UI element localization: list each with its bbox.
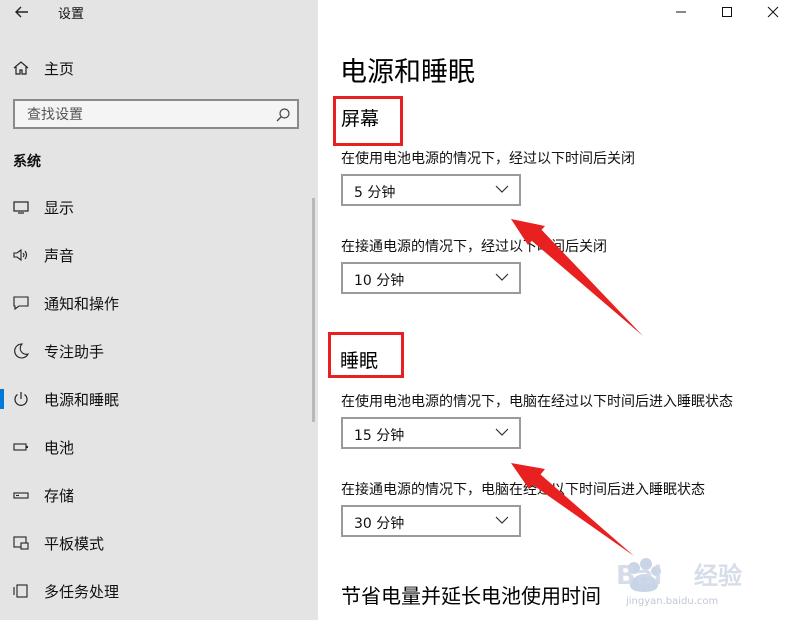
svg-text:Bai: Bai <box>616 561 662 591</box>
baidu-watermark-logo: Bai 经验 jingyan.baidu.com <box>616 558 742 607</box>
svg-text:经验: 经验 <box>694 562 742 590</box>
watermark-url: jingyan.baidu.com <box>625 596 718 607</box>
annotation-arrows <box>511 219 643 556</box>
arrow-sleep <box>523 467 634 556</box>
arrow-screen <box>525 224 643 336</box>
